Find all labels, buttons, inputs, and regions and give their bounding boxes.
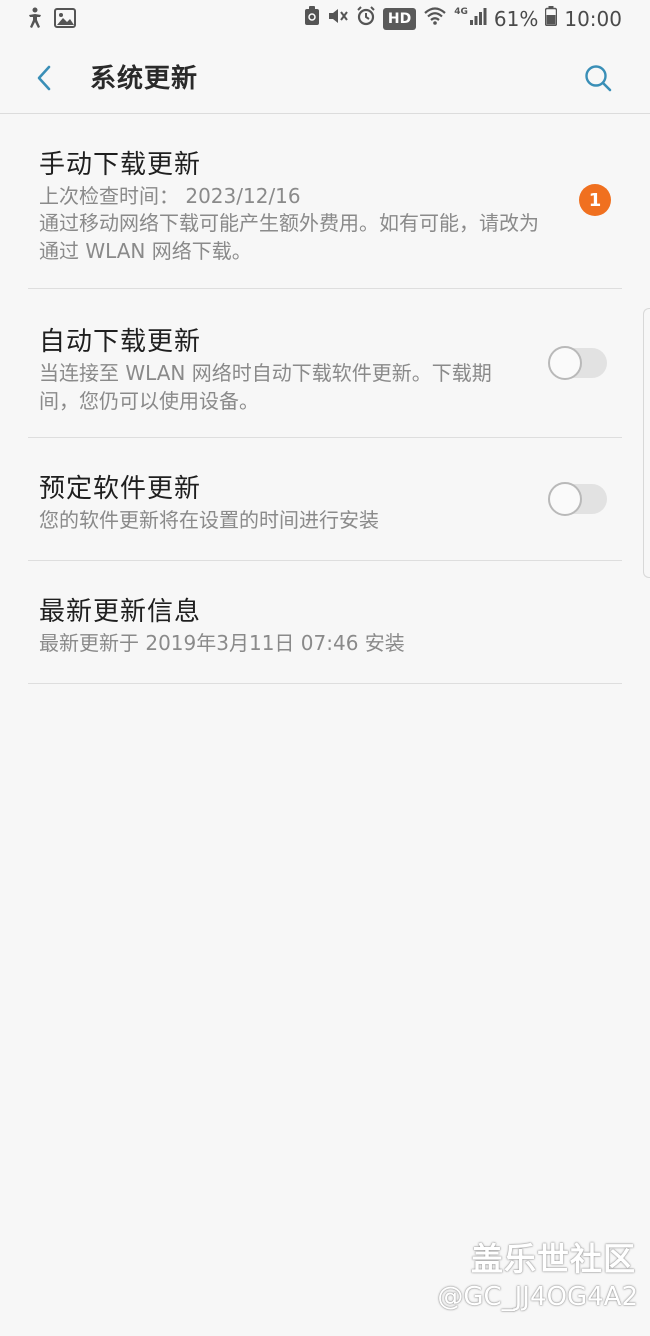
auto-download-toggle[interactable]	[548, 346, 607, 380]
status-bar-left	[26, 7, 76, 33]
search-button[interactable]	[576, 56, 620, 100]
toggle-knob	[548, 346, 582, 380]
toggle-knob	[548, 482, 582, 516]
status-bar: HD 4G 61% 10:00	[0, 0, 650, 38]
latest-update-info-description: 最新更新于 2019年3月11日 07:46 安装	[39, 631, 405, 655]
hd-badge: HD	[382, 7, 417, 30]
search-icon	[585, 65, 612, 92]
battery-percent: 61%	[493, 6, 539, 31]
clock: 10:00	[564, 6, 622, 31]
image-icon	[54, 8, 76, 32]
scheduled-update-toggle[interactable]	[548, 482, 607, 516]
chevron-left-icon	[37, 65, 51, 91]
battery-icon	[545, 6, 558, 31]
alarm-icon	[356, 6, 376, 31]
watermark-brand: 盖乐世社区	[470, 1240, 636, 1278]
network-type-label: 4G	[454, 6, 468, 17]
scheduled-update-title: 预定软件更新	[39, 474, 202, 504]
recycle-icon	[304, 6, 320, 31]
auto-download-title: 自动下载更新	[39, 327, 202, 357]
scheduled-update-description: 您的软件更新将在设置的时间进行安装	[39, 508, 379, 532]
accessibility-icon	[26, 7, 44, 33]
auto-download-description: 当连接至 WLAN 网络时自动下载软件更新。下载期间，您仍可以使用设备。	[39, 361, 492, 413]
manual-download-description: 通过移动网络下载可能产生额外费用。如有可能，请改为通过 WLAN 网络下载。	[39, 211, 539, 263]
wifi-icon	[423, 6, 447, 31]
status-bar-right: HD 4G 61% 10:00	[304, 6, 622, 31]
last-check-time: 上次检查时间： 2023/12/16	[39, 184, 301, 208]
watermark-user: @GC_JJ4OG4A2	[437, 1282, 638, 1312]
scroll-edge-handle[interactable]	[643, 308, 650, 578]
page-title: 系统更新	[90, 64, 199, 94]
manual-download-title: 手动下载更新	[39, 150, 202, 180]
auto-download-row[interactable]: 自动下载更新 当连接至 WLAN 网络时自动下载软件更新。下载期间，您仍可以使用…	[28, 289, 622, 438]
scheduled-update-row[interactable]: 预定软件更新 您的软件更新将在设置的时间进行安装	[28, 438, 622, 561]
settings-list: 手动下载更新 上次检查时间： 2023/12/16 通过移动网络下载可能产生额外…	[0, 114, 650, 684]
app-bar: 系统更新	[0, 38, 650, 114]
system-update-screen: HD 4G 61% 10:00 系统更新 手动下载更新 上次检查时间： 2023…	[0, 0, 650, 1336]
manual-download-row[interactable]: 手动下载更新 上次检查时间： 2023/12/16 通过移动网络下载可能产生额外…	[28, 114, 622, 289]
latest-update-info-title: 最新更新信息	[39, 597, 202, 627]
signal-icon	[469, 6, 487, 31]
mute-icon	[327, 6, 349, 31]
latest-update-info-row[interactable]: 最新更新信息 最新更新于 2019年3月11日 07:46 安装	[28, 561, 622, 684]
update-count-badge: 1	[579, 184, 611, 216]
back-button[interactable]	[22, 56, 66, 100]
